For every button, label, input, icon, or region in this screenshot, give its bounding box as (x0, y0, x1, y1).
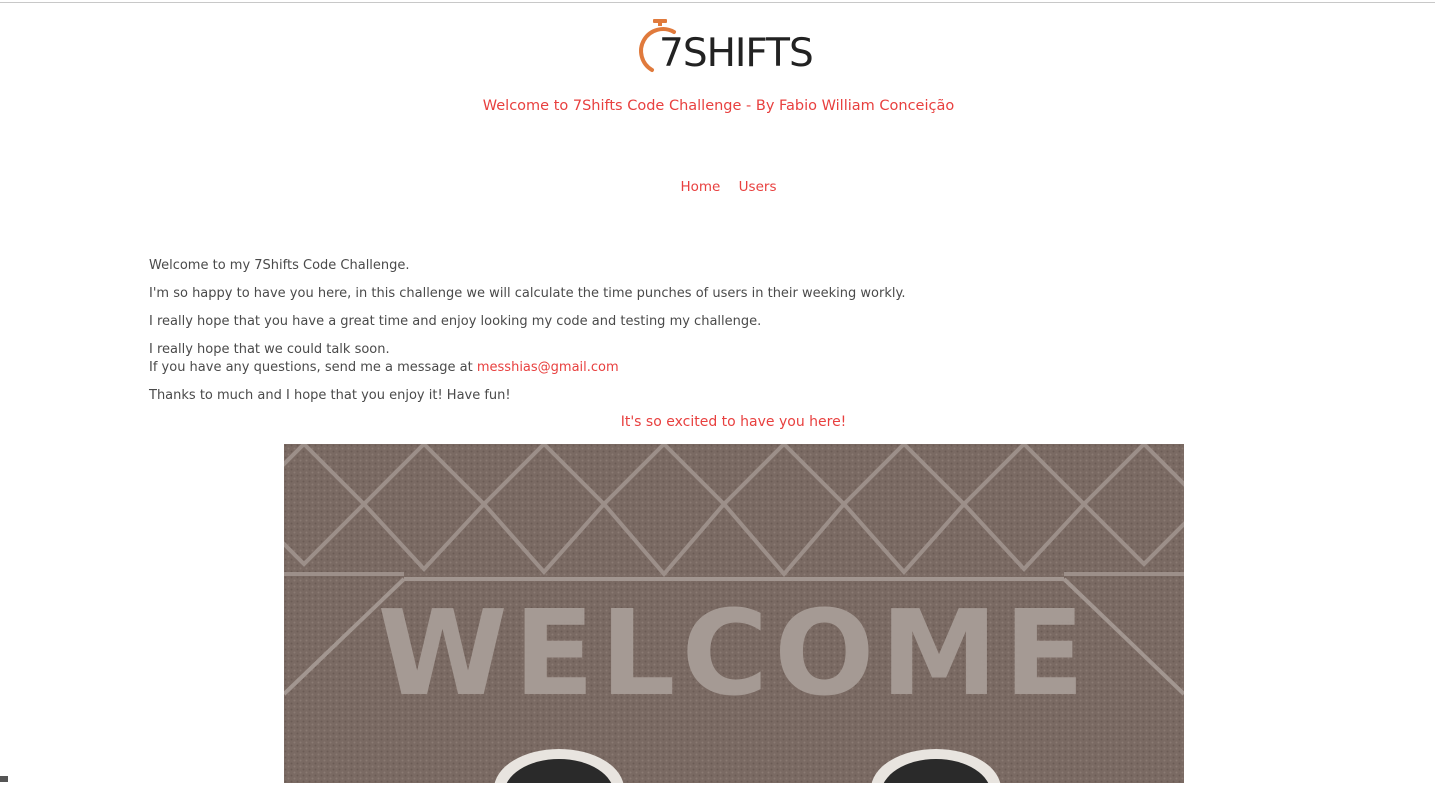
page-subtitle: Welcome to 7Shifts Code Challenge - By F… (482, 98, 955, 114)
intro-paragraph-3: I really hope that you have a great time… (149, 314, 762, 329)
main-nav: Home Users (0, 178, 1435, 196)
welcome-mat-image: WELCOME (284, 444, 1184, 783)
logo-text: 7SHIFTS (659, 31, 814, 76)
welcome-mat-graphic: WELCOME (284, 444, 1184, 783)
talk-soon-text: I really hope that we could talk soon. (149, 342, 390, 357)
7shifts-logo[interactable]: 7SHIFTS (637, 18, 814, 76)
contact-text: If you have any questions, send me a mes… (149, 360, 477, 375)
intro-paragraph-1: Welcome to my 7Shifts Code Challenge. (149, 258, 410, 273)
excited-message: It's so excited to have you here! (620, 414, 847, 430)
nav-users-link[interactable]: Users (739, 179, 777, 195)
nav-home-link[interactable]: Home (681, 179, 721, 195)
mat-welcome-text: WELCOME (378, 584, 1091, 722)
window-top-border (0, 2, 1435, 3)
email-link[interactable]: messhias@gmail.com (477, 360, 619, 375)
intro-paragraph-4: I really hope that we could talk soon. If… (149, 341, 1286, 377)
window-corner-shadow (0, 776, 8, 782)
intro-paragraph-2: I'm so happy to have you here, in this c… (149, 286, 906, 301)
intro-content: Welcome to my 7Shifts Code Challenge. I'… (149, 257, 1286, 415)
intro-paragraph-5: Thanks to much and I hope that you enjoy… (149, 388, 511, 403)
